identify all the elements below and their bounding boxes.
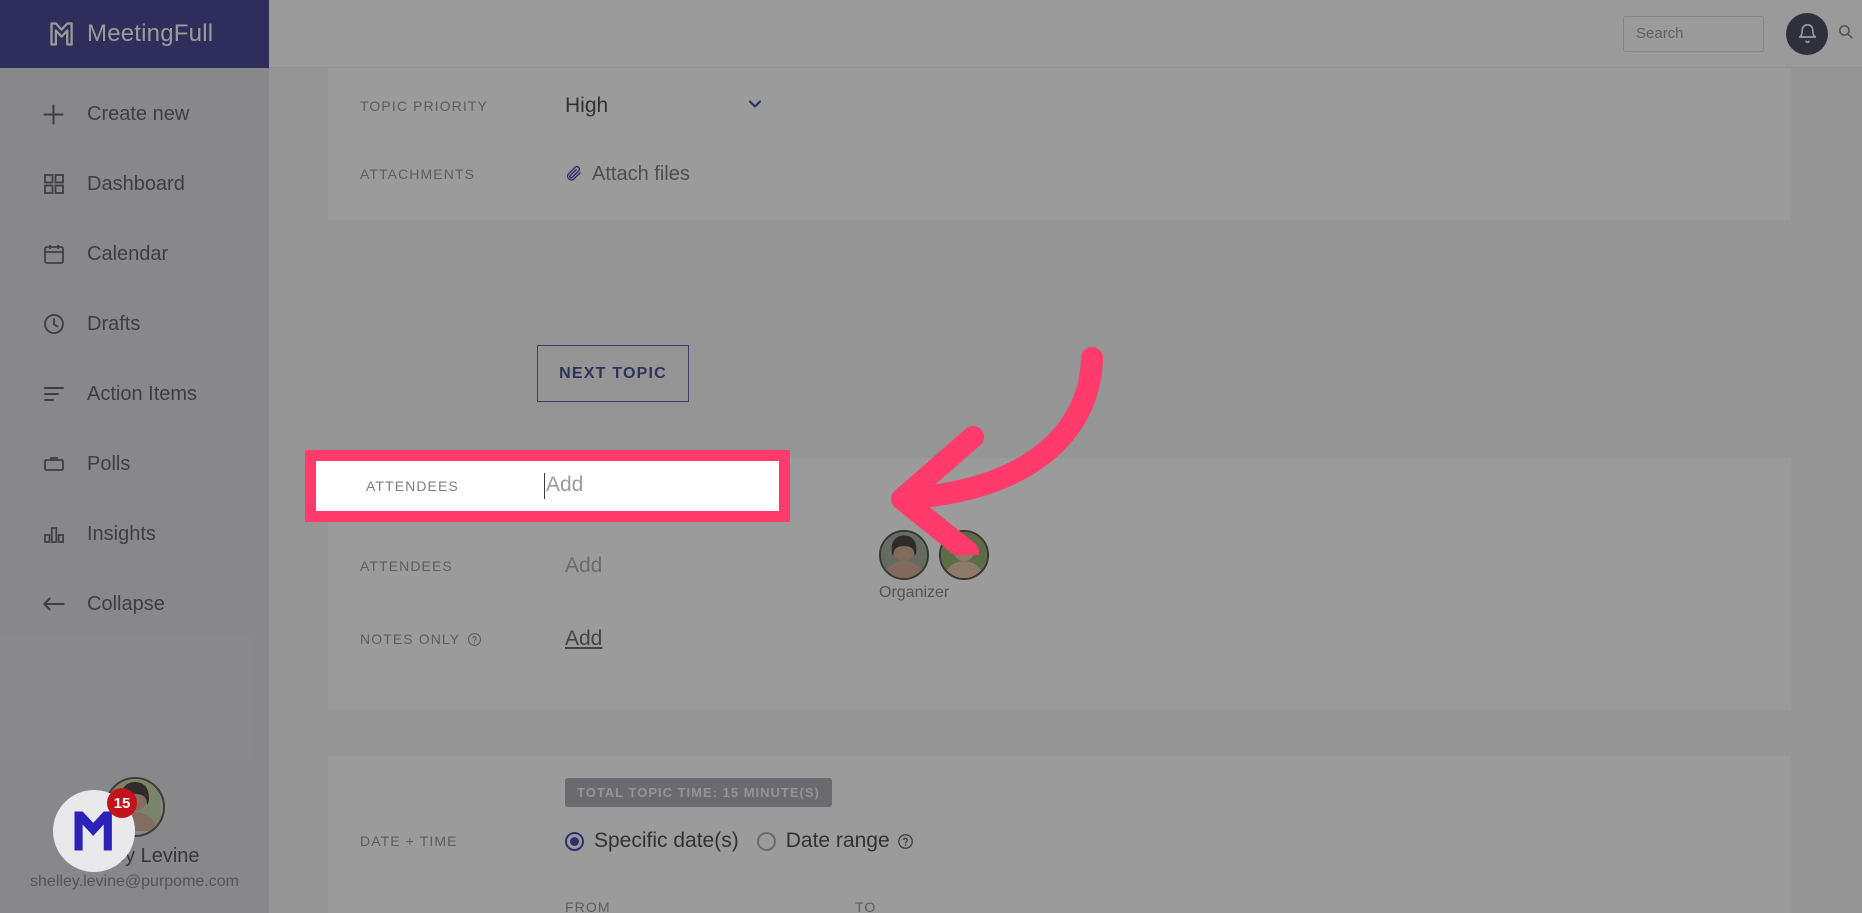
sidebar-item-polls[interactable]: Polls xyxy=(0,440,269,488)
attendees-placeholder: Add xyxy=(546,472,584,496)
sidebar-item-create-new[interactable]: Create new xyxy=(0,90,269,138)
radio-label: Date range xyxy=(785,829,890,852)
meetingfull-logo-icon xyxy=(50,22,73,46)
sidebar-item-label: Insights xyxy=(87,522,156,545)
chevron-down-icon[interactable] xyxy=(745,94,765,119)
attendees-input[interactable]: Add xyxy=(565,554,879,578)
text-caret xyxy=(544,473,545,500)
sidebar-item-label: Calendar xyxy=(87,242,169,265)
sidebar-item-calendar[interactable]: Calendar xyxy=(0,230,269,278)
grid-icon xyxy=(40,171,67,198)
arrow-left-icon xyxy=(40,591,67,618)
search-box[interactable] xyxy=(1623,15,1853,52)
brand-logo[interactable]: MeetingFull xyxy=(0,0,269,68)
attendees-label: Attendees xyxy=(366,478,459,494)
user-name: Shelley Levine xyxy=(69,845,200,867)
sidebar-item-label: Drafts xyxy=(87,312,141,335)
date-time-row: Date + Time Specific date(s) Date range xyxy=(328,807,1791,875)
next-topic-button[interactable]: NEXT TOPIC xyxy=(537,345,689,402)
bell-icon xyxy=(1798,23,1816,44)
attach-files-label: Attach files xyxy=(592,162,690,185)
notes-only-row: Notes Only Add xyxy=(328,611,1791,667)
notes-only-label: Notes Only xyxy=(360,631,565,647)
from-label: FROM xyxy=(565,899,611,913)
bar-chart-icon xyxy=(40,521,67,548)
attachments-label: Attachments xyxy=(360,166,476,182)
sidebar-item-collapse[interactable]: Collapse xyxy=(0,580,269,628)
plus-icon xyxy=(40,101,67,128)
curved-arrow-left-icon xyxy=(891,347,1103,555)
radio-label: Specific date(s) xyxy=(594,829,739,852)
date-mode-radiogroup: Specific date(s) Date range xyxy=(565,829,914,853)
paperclip-icon xyxy=(565,165,583,183)
notes-only-text: Notes Only xyxy=(360,631,461,647)
radio-dot xyxy=(756,831,776,851)
user-email: shelley.levine@purpome.com xyxy=(30,873,239,890)
sidebar-item-label: Action Items xyxy=(87,382,198,405)
sidebar-nav: Create new Dashboard Calendar Drafts Act… xyxy=(0,68,269,628)
attach-files-button[interactable]: Attach files xyxy=(565,163,690,186)
notifications-button[interactable] xyxy=(1786,12,1828,55)
date-time-label: Date + Time xyxy=(360,833,458,849)
attendees-placeholder: Add xyxy=(565,554,603,577)
topbar xyxy=(269,0,1862,68)
attendees-row-highlighted: Attendees Add xyxy=(316,461,779,511)
question-circle-icon[interactable] xyxy=(897,833,914,850)
notes-only-add-link[interactable]: Add xyxy=(565,627,602,651)
poll-icon xyxy=(40,451,67,478)
topic-priority-value: High xyxy=(565,94,609,117)
topic-priority-row: Topic Priority High xyxy=(328,68,1791,144)
datetime-card: TOTAL TOPIC TIME: 15 MINUTE(S) Date + Ti… xyxy=(328,756,1791,913)
sidebar-item-dashboard[interactable]: Dashboard xyxy=(0,160,269,208)
date-fields: FROM 03/03/2023 09:30 AM TO 03/03/2023 xyxy=(328,875,1791,913)
attachments-row: Attachments Attach files xyxy=(328,144,1791,204)
from-field: FROM 03/03/2023 09:30 AM xyxy=(565,899,855,913)
organizer-caption: Organizer xyxy=(879,584,950,601)
clock-icon xyxy=(40,311,67,338)
question-circle-icon[interactable] xyxy=(467,632,482,647)
chat-unread-badge: 15 xyxy=(107,788,137,818)
to-field: TO 03/03/2023 xyxy=(855,899,1145,913)
sidebar: MeetingFull Create new Dashboard Calenda… xyxy=(0,0,269,913)
radio-date-range[interactable]: Date range xyxy=(756,829,914,853)
topic-settings-card: Topic Priority High Attachments A xyxy=(328,68,1791,220)
sidebar-item-action-items[interactable]: Action Items xyxy=(0,370,269,418)
search-icon[interactable] xyxy=(1837,23,1854,45)
list-icon xyxy=(40,381,67,408)
radio-dot-selected xyxy=(565,831,584,851)
sidebar-item-label: Create new xyxy=(87,102,190,125)
sidebar-item-label: Dashboard xyxy=(87,172,185,195)
total-topic-time: TOTAL TOPIC TIME: 15 MINUTE(S) xyxy=(328,756,1791,807)
sidebar-item-label: Collapse xyxy=(87,592,165,615)
brand-name: MeetingFull xyxy=(87,20,214,47)
attendees-highlight[interactable]: Attendees Add xyxy=(305,450,790,522)
to-label: TO xyxy=(855,899,877,913)
radio-specific-dates[interactable]: Specific date(s) xyxy=(565,829,739,853)
topic-priority-select[interactable]: High xyxy=(565,94,765,119)
calendar-icon xyxy=(40,241,67,268)
sidebar-item-drafts[interactable]: Drafts xyxy=(0,300,269,348)
total-topic-time-pill: TOTAL TOPIC TIME: 15 MINUTE(S) xyxy=(565,778,832,807)
attendees-input[interactable]: Add xyxy=(544,473,583,500)
sidebar-item-label: Polls xyxy=(87,452,131,475)
sidebar-item-insights[interactable]: Insights xyxy=(0,510,269,558)
attendees-label: Attendees xyxy=(360,558,453,574)
chat-widget-button[interactable]: 15 xyxy=(53,788,137,872)
topic-priority-label: Topic Priority xyxy=(360,98,488,114)
